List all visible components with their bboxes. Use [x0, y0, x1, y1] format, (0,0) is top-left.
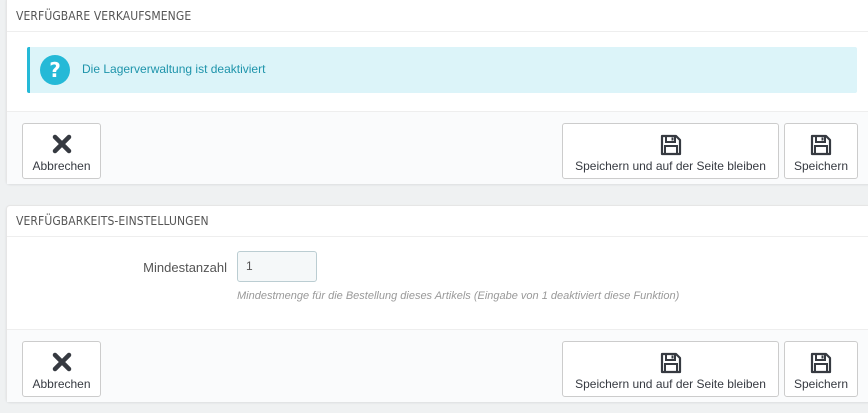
save-button[interactable]: Speichern: [784, 123, 858, 179]
cancel-button-label: Abbrechen: [32, 377, 91, 391]
save-and-stay-label: Speichern und auf der Seite bleiben: [575, 377, 766, 391]
floppy-disk-icon: [785, 133, 857, 157]
min-quantity-input[interactable]: 1: [237, 251, 317, 282]
min-quantity-label: Mindestanzahl: [143, 260, 227, 275]
question-circle-icon: ?: [40, 55, 70, 85]
min-quantity-help: Mindestmenge für die Bestellung dieses A…: [237, 290, 680, 302]
availability-panel: VERFÜGBARKEITS-EINSTELLUNGEN Mindestanza…: [6, 205, 868, 402]
save-button-label: Speichern: [793, 159, 849, 173]
panel-footer: Abbrechen Speichern und auf der Seite bl…: [7, 111, 868, 184]
save-button[interactable]: Speichern: [784, 341, 858, 397]
stock-panel: VERFÜGBARE VERKAUFSMENGE ? Die Lagerverw…: [6, 0, 868, 184]
cancel-button[interactable]: Abbrechen: [22, 123, 101, 179]
close-icon: [23, 133, 100, 157]
floppy-disk-icon: [563, 351, 778, 375]
info-alert: ? Die Lagerverwaltung ist deaktiviert: [27, 47, 857, 93]
save-button-label: Speichern: [793, 377, 849, 391]
cancel-button-label: Abbrechen: [32, 159, 91, 173]
floppy-disk-icon: [785, 351, 857, 375]
panel-heading: VERFÜGBARE VERKAUFSMENGE: [7, 1, 868, 32]
cancel-button[interactable]: Abbrechen: [22, 341, 101, 397]
floppy-disk-icon: [563, 133, 778, 157]
save-and-stay-button[interactable]: Speichern und auf der Seite bleiben: [562, 341, 779, 397]
save-and-stay-label: Speichern und auf der Seite bleiben: [575, 159, 766, 173]
save-and-stay-button[interactable]: Speichern und auf der Seite bleiben: [562, 123, 779, 179]
panel-heading: VERFÜGBARKEITS-EINSTELLUNGEN: [7, 206, 868, 237]
panel-footer: Abbrechen Speichern und auf der Seite bl…: [7, 329, 868, 402]
close-icon: [23, 351, 100, 375]
alert-message: Die Lagerverwaltung ist deaktiviert: [82, 62, 266, 76]
